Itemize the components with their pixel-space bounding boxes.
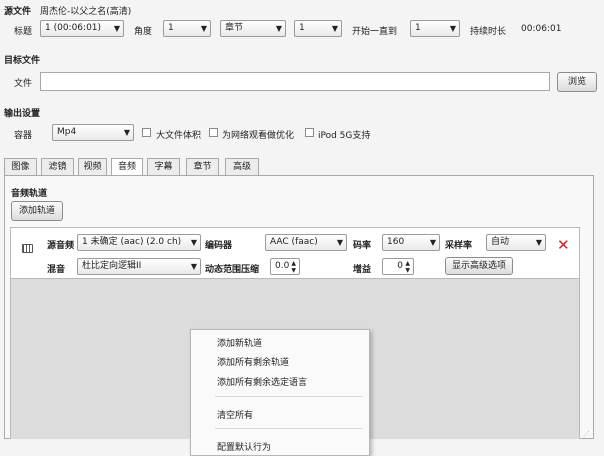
start-to-label: 开始一直到 bbox=[352, 27, 398, 37]
file-path-input[interactable] bbox=[40, 72, 550, 91]
bitrate-select[interactable]: 160 ▼ bbox=[382, 234, 440, 251]
samplerate-select[interactable]: 自动 ▼ bbox=[486, 234, 546, 251]
resize-grip-icon[interactable]: ⋰ bbox=[583, 430, 590, 438]
menu-item-add-new-track[interactable]: 添加新轨道 bbox=[217, 336, 262, 349]
output-section-label: 输出设置 bbox=[4, 109, 41, 119]
chevron-down-icon: ▼ bbox=[535, 238, 542, 247]
bitrate-label: 码率 bbox=[353, 241, 372, 251]
show-advanced-button[interactable]: 显示高级选项 bbox=[445, 257, 513, 275]
title-select[interactable]: 1 (00:06:01) ▼ bbox=[40, 20, 124, 37]
file-label: 文件 bbox=[14, 79, 33, 89]
tab-advanced[interactable]: 高级 bbox=[225, 158, 259, 175]
chevron-down-icon: ▼ bbox=[200, 24, 207, 33]
samplerate-value: 自动 bbox=[491, 237, 510, 247]
context-menu: 添加新轨道 添加所有剩余轨道 添加所有剩余选定语言 清空所有 配置默认行为 bbox=[190, 329, 370, 456]
source-audio-label: 源音频 bbox=[47, 241, 75, 251]
large-file-label: 大文件体积 bbox=[156, 131, 202, 141]
source-section-label: 源文件 bbox=[4, 7, 32, 17]
file-path-value bbox=[41, 76, 44, 86]
menu-item-configure-defaults[interactable]: 配置默认行为 bbox=[217, 440, 271, 453]
chevron-down-icon: ▼ bbox=[190, 238, 197, 247]
source-audio-value: 1 未确定 (aac) (2.0 ch) bbox=[82, 237, 182, 247]
delete-track-icon[interactable]: ✕ bbox=[557, 238, 570, 253]
drc-label: 动态范围压缩 bbox=[205, 265, 260, 275]
range-end-select[interactable]: 1 ▼ bbox=[410, 20, 460, 37]
audio-tracks-label: 音频轨道 bbox=[11, 189, 48, 199]
title-value: 1 (00:06:01) bbox=[45, 23, 102, 33]
tab-audio[interactable]: 音频 bbox=[111, 158, 143, 176]
drc-value: 0.0 bbox=[275, 261, 290, 271]
menu-separator bbox=[215, 396, 363, 397]
web-optimized-label: 为网络观看做优化 bbox=[222, 131, 295, 141]
chevron-down-icon: ▼ bbox=[331, 24, 338, 33]
mixdown-label: 混音 bbox=[47, 265, 66, 275]
gain-label: 增益 bbox=[353, 265, 372, 275]
source-audio-select[interactable]: 1 未确定 (aac) (2.0 ch) ▼ bbox=[77, 234, 201, 251]
destination-section-label: 目标文件 bbox=[4, 56, 41, 66]
chevron-down-icon: ▼ bbox=[113, 24, 120, 33]
container-value: Mp4 bbox=[57, 127, 77, 137]
menu-item-add-all-remaining[interactable]: 添加所有剩余轨道 bbox=[217, 355, 289, 368]
browse-button[interactable]: 浏览 bbox=[557, 72, 597, 92]
tab-subtitles[interactable]: 字幕 bbox=[147, 158, 180, 175]
ipod-label: iPod 5G支持 bbox=[318, 131, 371, 141]
chevron-down-icon: ▼ bbox=[190, 262, 197, 271]
chevron-down-icon: ▼ bbox=[449, 24, 456, 33]
encoder-select[interactable]: AAC (faac) ▼ bbox=[265, 234, 347, 251]
drc-stepper[interactable]: 0.0 ▲ ▼ bbox=[270, 258, 300, 275]
chevron-down-icon: ▼ bbox=[429, 238, 436, 247]
tab-filters[interactable]: 滤镜 bbox=[41, 158, 74, 175]
range-end-value: 1 bbox=[415, 23, 421, 33]
container-select[interactable]: Mp4 ▼ bbox=[52, 124, 134, 141]
chevron-down-icon: ▼ bbox=[123, 128, 130, 137]
stepper-arrows-icon: ▲ ▼ bbox=[291, 260, 296, 274]
gain-value: 0 bbox=[397, 261, 403, 271]
tab-video[interactable]: 视频 bbox=[78, 158, 107, 175]
container-label: 容器 bbox=[14, 131, 33, 141]
menu-separator bbox=[215, 428, 363, 429]
mixdown-select[interactable]: 杜比定向逻辑II ▼ bbox=[77, 258, 201, 275]
add-track-button[interactable]: 添加轨道 bbox=[11, 201, 63, 221]
encoder-label: 编码器 bbox=[205, 241, 233, 251]
gain-stepper[interactable]: 0 ▲ ▼ bbox=[382, 258, 414, 275]
range-start-select[interactable]: 1 ▼ bbox=[294, 20, 342, 37]
stepper-arrows-icon: ▲ ▼ bbox=[405, 260, 410, 274]
angle-select[interactable]: 1 ▼ bbox=[163, 20, 211, 37]
menu-item-clear-all[interactable]: 清空所有 bbox=[217, 408, 253, 421]
chevron-down-icon: ▼ bbox=[275, 24, 282, 33]
tab-picture[interactable]: 图像 bbox=[4, 158, 37, 175]
bitrate-value: 160 bbox=[387, 237, 405, 247]
duration-label: 持续时长 bbox=[470, 27, 507, 37]
chevron-down-icon: ▼ bbox=[336, 238, 343, 247]
ipod-checkbox[interactable] bbox=[305, 128, 314, 137]
title-label: 标题 bbox=[14, 27, 33, 37]
large-file-checkbox[interactable] bbox=[142, 128, 151, 137]
angle-value: 1 bbox=[168, 23, 174, 33]
angle-label: 角度 bbox=[134, 27, 153, 37]
range-start-value: 1 bbox=[299, 23, 305, 33]
web-optimized-checkbox[interactable] bbox=[209, 128, 218, 137]
range-type-select[interactable]: 章节 ▼ bbox=[220, 20, 286, 37]
menu-item-add-remaining-languages[interactable]: 添加所有剩余选定语言 bbox=[217, 375, 307, 388]
encoder-value: AAC (faac) bbox=[270, 237, 318, 247]
drag-handle-icon[interactable] bbox=[22, 244, 33, 253]
tab-chapters[interactable]: 章节 bbox=[186, 158, 219, 175]
source-name: 周杰伦-以父之名(高清) bbox=[40, 7, 132, 17]
samplerate-label: 采样率 bbox=[445, 241, 473, 251]
mixdown-value: 杜比定向逻辑II bbox=[82, 261, 142, 271]
duration-value: 00:06:01 bbox=[521, 24, 562, 34]
range-type-value: 章节 bbox=[225, 23, 244, 33]
